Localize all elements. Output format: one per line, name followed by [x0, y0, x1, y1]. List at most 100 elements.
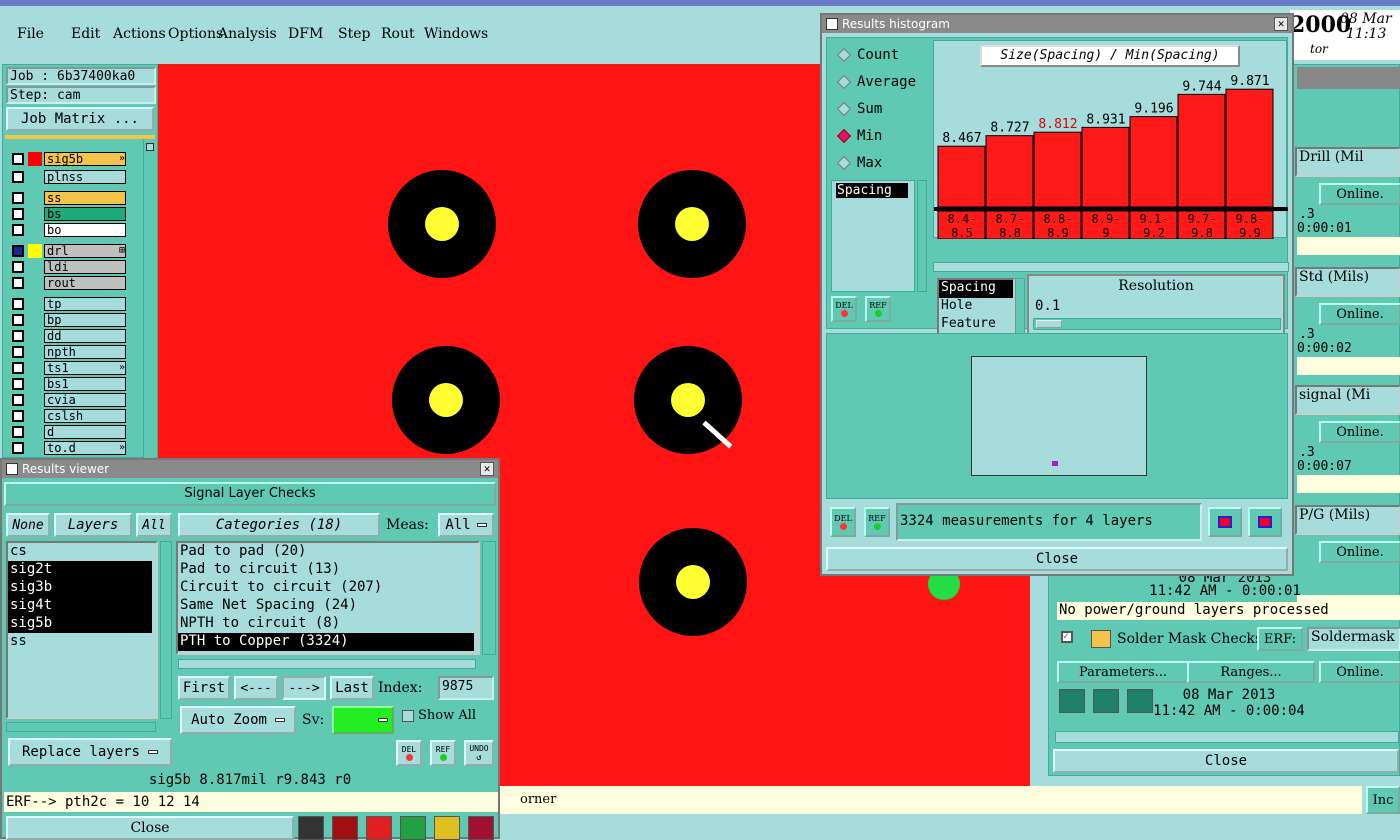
- layer-color-swatch[interactable]: [28, 191, 42, 205]
- layer-name[interactable]: npth: [44, 344, 126, 359]
- resolution-slider[interactable]: [1033, 318, 1281, 330]
- layer-row-bp[interactable]: bp: [12, 312, 126, 327]
- category-item[interactable]: Pad to circuit (13): [178, 561, 474, 579]
- solder-erf-value[interactable]: Soldermask: [1307, 627, 1400, 651]
- layer-color-swatch[interactable]: [28, 223, 42, 237]
- mode-max[interactable]: Max: [835, 154, 882, 172]
- erf-icon[interactable]: [366, 816, 392, 840]
- check-name-2[interactable]: signal (Mi: [1295, 385, 1400, 415]
- all-button[interactable]: All: [136, 513, 172, 537]
- viewer-layer-item[interactable]: cs: [8, 543, 152, 561]
- solder-online-button[interactable]: Online.: [1319, 661, 1400, 683]
- layer-checkbox[interactable]: [12, 409, 24, 422]
- category-item[interactable]: Same Net Spacing (24): [178, 597, 474, 615]
- layer-color-swatch[interactable]: [28, 377, 42, 391]
- layer-row-to.d[interactable]: to.d »: [12, 440, 126, 455]
- replace-layers-dropdown[interactable]: Replace layers: [8, 738, 172, 766]
- menu-windows[interactable]: Windows: [424, 26, 494, 42]
- notes-icon[interactable]: [434, 816, 460, 840]
- layer-name[interactable]: to.d »: [44, 440, 126, 455]
- pad-1[interactable]: [388, 170, 496, 278]
- viewer-layer-item[interactable]: sig2t: [8, 561, 152, 579]
- menu-rout[interactable]: Rout: [381, 26, 424, 42]
- viewer-layer-item[interactable]: sig4t: [8, 597, 152, 615]
- check-name-1[interactable]: Std (Mils): [1295, 267, 1400, 297]
- layer-scrollbar[interactable]: [143, 139, 155, 459]
- layer-row-dd[interactable]: dd: [12, 328, 126, 343]
- layer-color-swatch[interactable]: [28, 207, 42, 221]
- layer-row-plnss[interactable]: plnss: [12, 169, 126, 184]
- layer-name[interactable]: cslsh: [44, 408, 126, 423]
- layer-color-swatch[interactable]: [28, 425, 42, 439]
- histogram-hscroll[interactable]: [933, 262, 1289, 272]
- layer-checkbox[interactable]: [12, 170, 24, 183]
- meas-dropdown[interactable]: All: [438, 513, 494, 537]
- layer-row-rout[interactable]: rout: [12, 275, 126, 290]
- layer-color-swatch[interactable]: [28, 243, 42, 258]
- radio-diamond-icon[interactable]: [836, 74, 852, 90]
- histogram-close-button[interactable]: Close: [826, 547, 1288, 571]
- pad-3[interactable]: [392, 346, 500, 454]
- layer-name[interactable]: ldi: [44, 259, 126, 274]
- layer-name[interactable]: ss: [44, 190, 126, 205]
- category-item[interactable]: Circuit to circuit (207): [178, 579, 474, 597]
- histogram-close-x-icon[interactable]: ✕: [1274, 17, 1288, 31]
- layer-row-ts1[interactable]: ts1 »: [12, 360, 126, 375]
- pad-5[interactable]: [639, 528, 747, 636]
- layer-checkbox[interactable]: [12, 393, 24, 406]
- layer-color-swatch[interactable]: [28, 170, 42, 184]
- sv-color-dropdown[interactable]: [332, 706, 394, 734]
- layer-name[interactable]: cvia: [44, 392, 126, 407]
- radio-diamond-icon[interactable]: [836, 47, 852, 63]
- layer-name[interactable]: plnss: [44, 169, 126, 184]
- histogram-bar-6[interactable]: [1225, 88, 1274, 208]
- layer-name[interactable]: bo: [44, 222, 126, 237]
- mode-count[interactable]: Count: [835, 46, 899, 64]
- layer-name[interactable]: bs1: [44, 376, 126, 391]
- category-item[interactable]: Pad to pad (20): [178, 543, 474, 561]
- layer-name[interactable]: tp: [44, 296, 126, 311]
- layer-row-tp[interactable]: tp: [12, 296, 126, 311]
- type-item[interactable]: Hole: [939, 298, 1013, 316]
- type-scrollbar[interactable]: [1015, 278, 1025, 338]
- layer-name[interactable]: rout: [44, 275, 126, 290]
- radio-diamond-icon[interactable]: [836, 155, 852, 171]
- mode-average[interactable]: Average: [835, 73, 916, 91]
- zoom-fit-icon[interactable]: [1208, 507, 1242, 537]
- layer-name[interactable]: bp: [44, 312, 126, 327]
- layer-checkbox[interactable]: [12, 223, 24, 236]
- layer-color-swatch[interactable]: [28, 297, 42, 311]
- layer-checkbox[interactable]: [12, 313, 24, 326]
- layer-row-ldi[interactable]: ldi: [12, 259, 126, 274]
- check-online-1[interactable]: Online.: [1319, 303, 1400, 325]
- layers-button[interactable]: Layers: [54, 513, 132, 537]
- layer-checkbox[interactable]: [12, 441, 24, 454]
- layer-color-swatch[interactable]: [28, 260, 42, 274]
- layer-row-d[interactable]: d: [12, 424, 126, 439]
- mode-min[interactable]: Min: [835, 127, 882, 145]
- index-input[interactable]: 9875: [438, 676, 494, 700]
- menu-options[interactable]: Options: [168, 26, 223, 42]
- layer-row-sig5b[interactable]: sig5b »: [12, 151, 126, 166]
- compare-icon[interactable]: [400, 816, 426, 840]
- layer-color-swatch[interactable]: [28, 361, 42, 375]
- histogram-bar-4[interactable]: [1129, 116, 1178, 208]
- layer-row-npth[interactable]: npth: [12, 344, 126, 359]
- menu-actions[interactable]: Actions: [113, 26, 168, 42]
- layer-color-swatch[interactable]: [28, 329, 42, 343]
- layer-row-cvia[interactable]: cvia: [12, 392, 126, 407]
- report-icon[interactable]: [332, 816, 358, 840]
- viewer-close-x-icon[interactable]: ✕: [480, 462, 494, 476]
- layer-checkbox[interactable]: [12, 276, 24, 289]
- parameters-button[interactable]: Parameters...: [1057, 661, 1189, 683]
- prev-button[interactable]: <---: [234, 676, 278, 700]
- layer-checkbox[interactable]: [12, 191, 24, 204]
- viewer-undo-button[interactable]: UNDO ↺: [464, 740, 494, 766]
- layer-checkbox[interactable]: [12, 260, 24, 273]
- layer-row-bs[interactable]: bs: [12, 206, 126, 221]
- layer-row-ss[interactable]: ss: [12, 190, 126, 205]
- menu-file[interactable]: File: [17, 26, 71, 42]
- check-name-0[interactable]: Drill (Mil: [1295, 147, 1400, 177]
- check-online-2[interactable]: Online.: [1319, 421, 1400, 443]
- menu-step[interactable]: Step: [338, 26, 381, 42]
